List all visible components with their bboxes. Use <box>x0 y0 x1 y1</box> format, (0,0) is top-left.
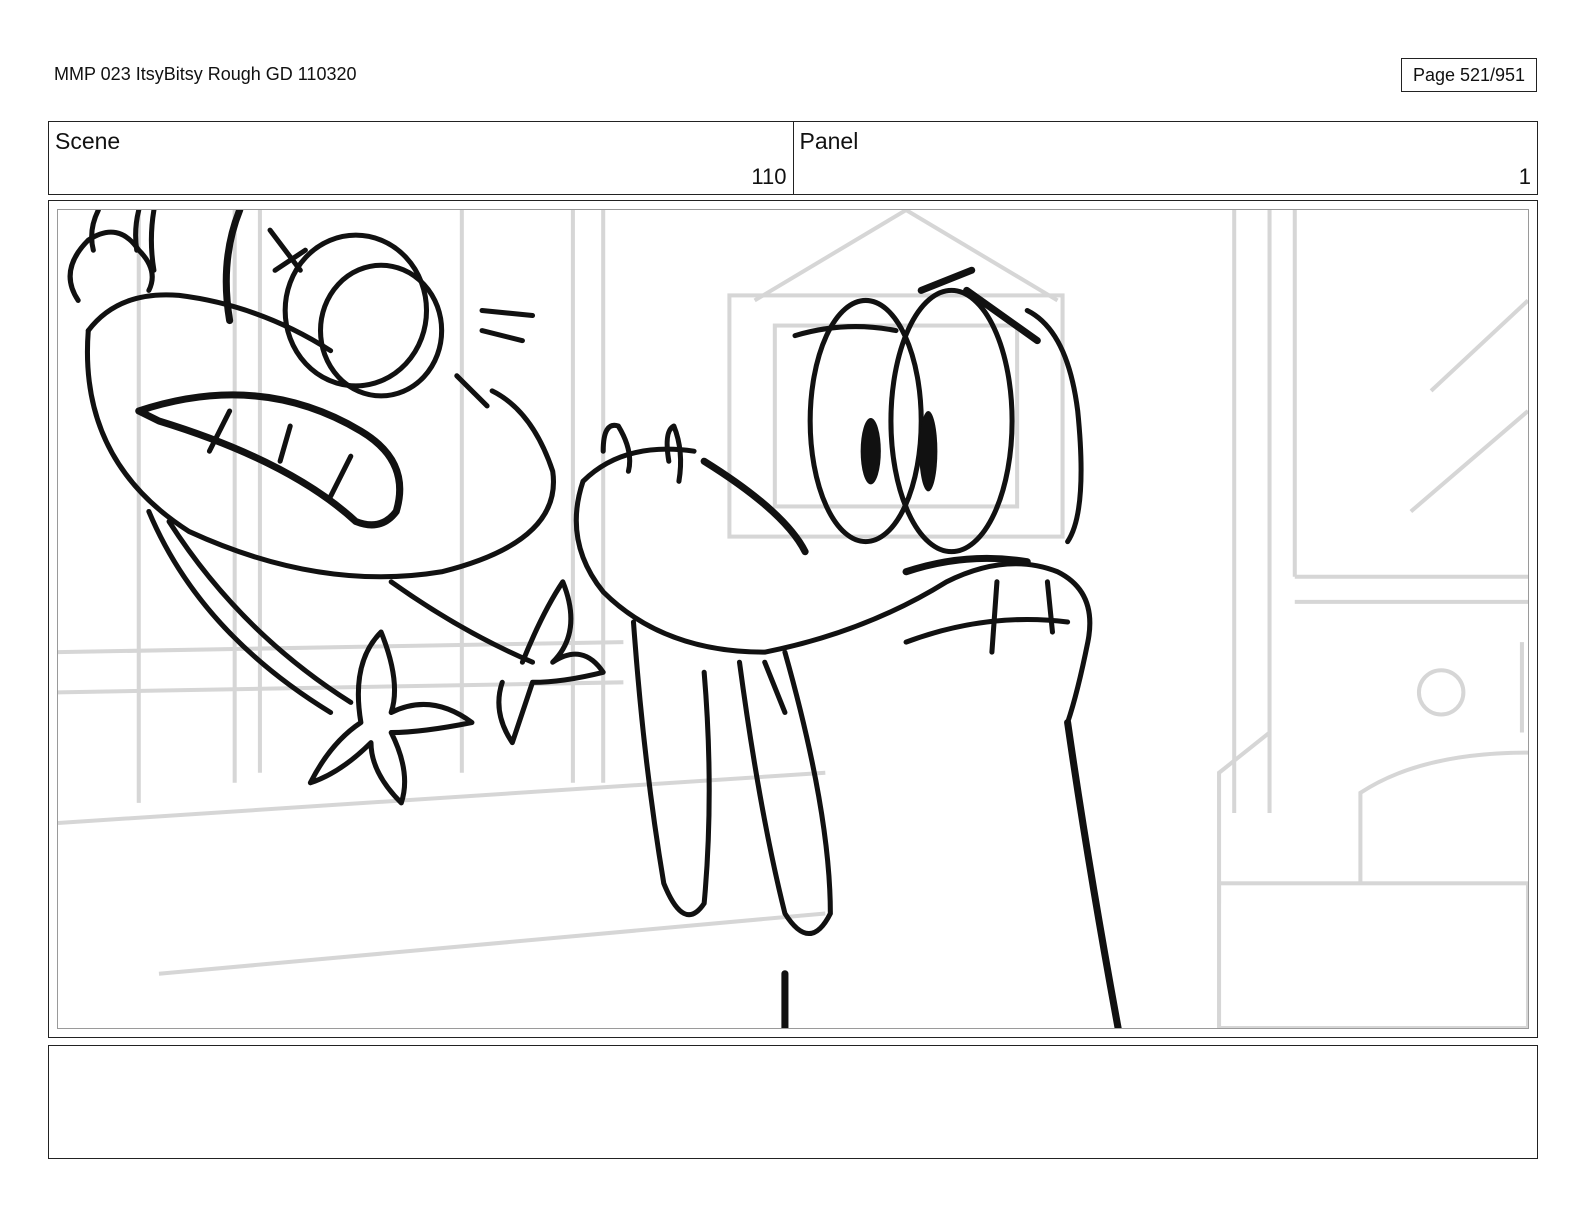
panel-label: Panel <box>799 128 859 154</box>
storyboard-sketch <box>58 210 1528 1028</box>
scene-label: Scene <box>55 128 121 154</box>
left-character-sketch <box>67 210 606 806</box>
scene-number: 110 <box>751 164 787 189</box>
page-number: Page 521/951 <box>1401 58 1537 92</box>
scene-cell: Scene 110 <box>49 122 793 194</box>
storyboard-drawing-area <box>57 209 1529 1029</box>
right-character-sketch <box>573 266 1122 1028</box>
panel-number: 1 <box>1518 164 1531 189</box>
panel-notes-box <box>48 1045 1538 1159</box>
document-title: MMP 023 ItsyBitsy Rough GD 110320 <box>54 64 357 84</box>
background-sketch <box>58 210 1528 1028</box>
storyboard-frame <box>48 200 1538 1038</box>
panel-cell: Panel 1 <box>792 122 1538 194</box>
scene-panel-table: Scene 110 Panel 1 <box>48 121 1538 195</box>
